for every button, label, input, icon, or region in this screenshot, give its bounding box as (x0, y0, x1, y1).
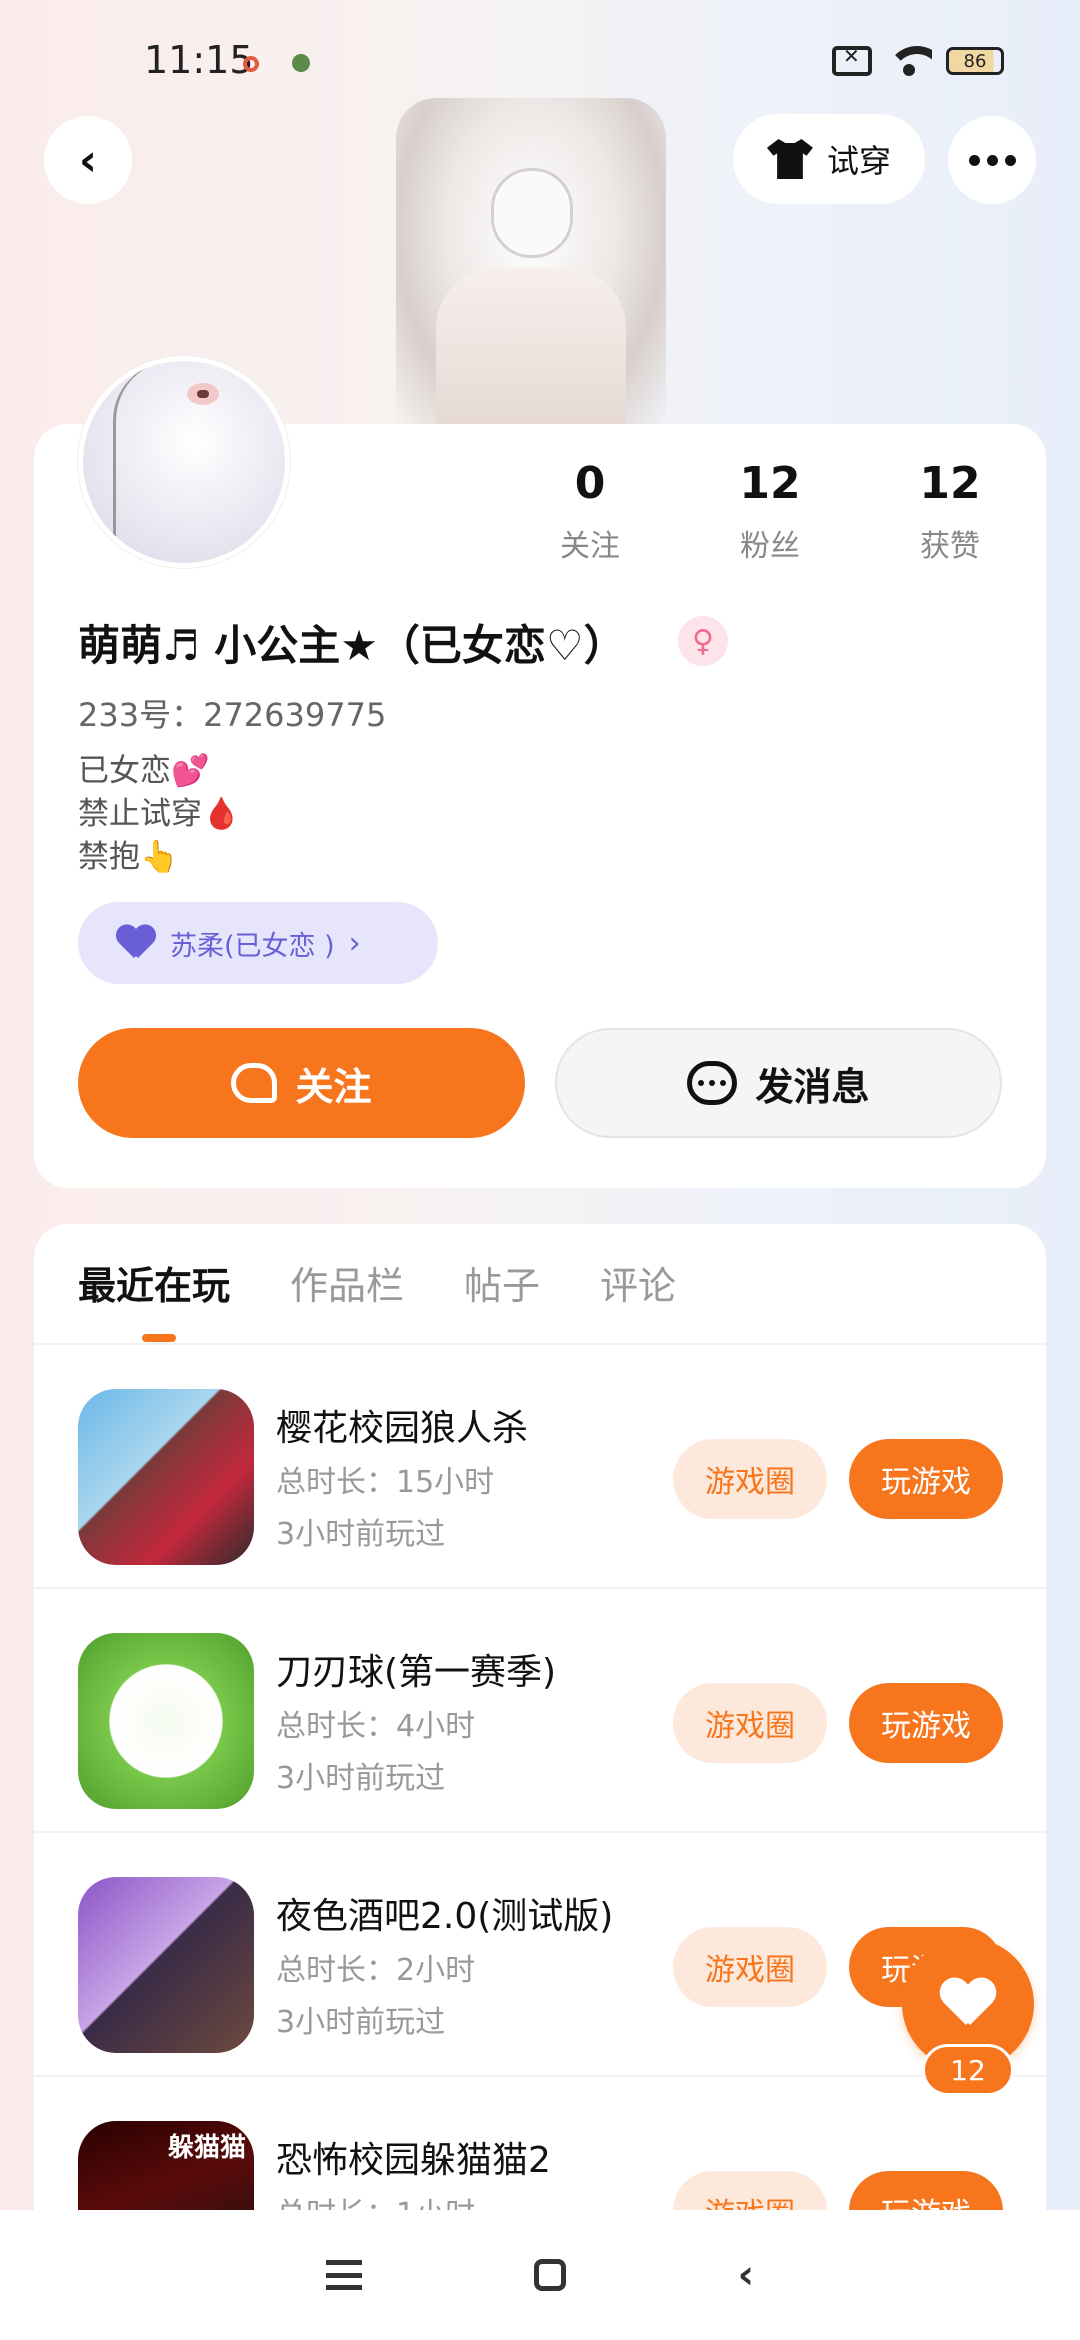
menu-icon[interactable] (325, 2260, 362, 2290)
game-last-played: 3小时前玩过 (276, 1517, 446, 1552)
follow-button[interactable]: 关注 (78, 1028, 525, 1138)
heart-plus-icon (231, 1063, 278, 1103)
game-name: 刀刃球(第一赛季) (276, 1652, 557, 1693)
bio-line: 禁抱👆 (78, 839, 179, 875)
back-arrow-icon: ‹ (78, 134, 98, 186)
stat-likes[interactable]: 12 获赞 (860, 458, 1040, 565)
more-dots-icon (968, 154, 980, 166)
back-icon[interactable]: ‹ (738, 2252, 754, 2298)
follow-label: 关注 (295, 1064, 372, 1109)
try-on-label: 试穿 (826, 142, 891, 180)
profile-tabs: 最近在玩 作品栏 帖子 评论 (78, 1255, 676, 1310)
app-notification-icon (292, 54, 310, 72)
like-count-badge: 12 (922, 2044, 1014, 2096)
game-row[interactable]: 樱花校园狼人杀 总时长：15小时 3小时前玩过 游戏圈 玩游戏 (34, 1345, 1046, 1589)
back-button[interactable]: ‹ (44, 116, 132, 204)
stat-value: 12 (739, 458, 801, 509)
game-name: 夜色酒吧2.0(测试版) (276, 1896, 614, 1937)
status-time: 11:15 (144, 38, 254, 82)
tab-posts[interactable]: 帖子 (464, 1255, 540, 1310)
game-icon[interactable] (78, 1633, 254, 1809)
game-duration: 总时长：4小时 (276, 1709, 476, 1744)
header-background-art (396, 98, 666, 424)
game-duration: 总时长：2小时 (276, 1953, 476, 1988)
stat-label: 关注 (560, 529, 620, 564)
stat-value: 12 (919, 458, 981, 509)
no-sim-icon (832, 44, 872, 76)
chevron-right-icon: › (348, 925, 361, 961)
stat-fans[interactable]: 12 粉丝 (680, 458, 860, 565)
game-icon[interactable] (78, 1389, 254, 1565)
game-list: 樱花校园狼人杀 总时长：15小时 3小时前玩过 游戏圈 玩游戏 刀刃球(第一赛季… (34, 1345, 1046, 2321)
character-dress (436, 268, 626, 424)
relation-tag[interactable]: 苏柔(已女恋 ) › (78, 902, 438, 984)
home-icon[interactable] (533, 2259, 566, 2291)
heart-icon (116, 926, 156, 960)
stat-value: 0 (574, 458, 606, 509)
game-circle-button[interactable]: 游戏圈 (673, 1683, 827, 1763)
game-circle-button[interactable]: 游戏圈 (673, 1439, 827, 1519)
tab-comments[interactable]: 评论 (600, 1255, 676, 1310)
profile-stats: 0 关注 12 粉丝 12 获赞 (500, 458, 1040, 565)
status-icons: 86 (832, 44, 1004, 76)
game-last-played: 3小时前玩过 (276, 2005, 446, 2040)
game-name: 恐怖校园躲猫猫2 (276, 2140, 551, 2181)
system-nav-bar: ‹ (0, 2210, 1080, 2340)
tshirt-icon (766, 139, 813, 179)
game-icon[interactable] (78, 1877, 254, 2053)
bio-line: 禁止试穿🩸 (78, 796, 241, 832)
game-row[interactable]: 刀刃球(第一赛季) 总时长：4小时 3小时前玩过 游戏圈 玩游戏 (34, 1589, 1046, 1833)
status-bar: 11:15 86 (0, 0, 1080, 110)
tab-indicator (142, 1334, 176, 1342)
more-button[interactable] (948, 116, 1036, 204)
play-game-button[interactable]: 玩游戏 (849, 1683, 1003, 1763)
stat-label: 粉丝 (740, 529, 800, 564)
tab-recently-played[interactable]: 最近在玩 (78, 1255, 230, 1310)
notification-icon (243, 56, 259, 72)
game-row[interactable]: 夜色酒吧2.0(测试版) 总时长：2小时 3小时前玩过 游戏圈 玩游戏 (34, 1833, 1046, 2077)
bio: 已女恋💕 禁止试穿🩸 禁抱👆 (78, 750, 241, 879)
try-on-button[interactable]: 试穿 (733, 114, 925, 204)
game-circle-button[interactable]: 游戏圈 (673, 1927, 827, 2007)
wifi-icon (886, 46, 932, 76)
battery-icon: 86 (946, 47, 1004, 75)
character-face (491, 168, 573, 258)
game-icon-label: 躲猫猫 (167, 2133, 246, 2163)
stat-label: 获赞 (920, 529, 980, 564)
user-id[interactable]: 233号：272639775 (78, 690, 386, 736)
game-last-played: 3小时前玩过 (276, 1761, 446, 1796)
stat-following[interactable]: 0 关注 (500, 458, 680, 565)
avatar[interactable] (78, 356, 290, 568)
nickname: 萌萌♬ 小公主★（已女恋♡） (78, 621, 626, 670)
game-duration: 总时长：15小时 (276, 1465, 495, 1500)
relation-tag-label: 苏柔(已女恋 ) (170, 930, 335, 962)
play-game-button[interactable]: 玩游戏 (849, 1439, 1003, 1519)
message-label: 发消息 (755, 1064, 870, 1109)
female-gender-icon: ♀ (678, 616, 728, 666)
message-button[interactable]: 发消息 (555, 1028, 1002, 1138)
heart-icon (940, 1979, 996, 2029)
game-name: 樱花校园狼人杀 (276, 1408, 529, 1449)
bio-line: 已女恋💕 (78, 753, 210, 789)
tab-works[interactable]: 作品栏 (290, 1255, 404, 1310)
chat-bubble-icon (687, 1061, 738, 1105)
